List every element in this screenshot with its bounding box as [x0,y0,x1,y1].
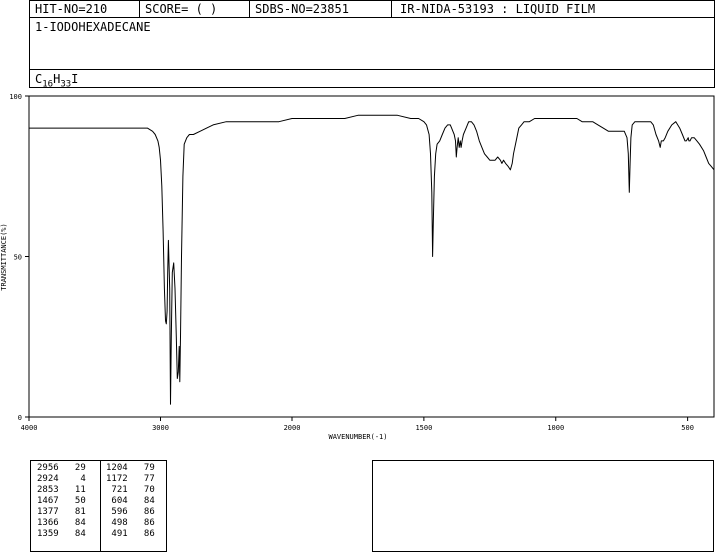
peak-row-left: 1359 84 [37,529,86,539]
y-tick-label: 100 [9,93,22,101]
peak-row-left: 1366 84 [37,518,86,528]
plot-frame [28,95,715,418]
peak-table: 2956 29 2924 4 2853 11 1467 50 1377 81 1366 8… [30,460,167,552]
peak-row-right: 604 84 [106,496,155,506]
x-tick-label: 4000 [21,424,38,432]
peak-row-right: 1172 77 [106,474,155,484]
x-tick-label: 1000 [547,424,564,432]
peak-table-divider [100,461,101,551]
x-tick-label: 500 [681,424,694,432]
ir-spectrum-chart: 4000 3000 2000 1500 1000 500 0 50 100 WAVENUMBE… [0,93,715,441]
y-axis-label: TRANSMITTANCE(%) [0,223,8,290]
y-axis-ticks: 0 50 100 [9,93,29,422]
peak-row-right: 721 70 [106,485,155,495]
peak-row-right: 491 86 [106,529,155,539]
peak-column-left: 2956 29 2924 4 2853 11 1467 50 1377 81 1366 8… [37,463,86,540]
y-tick-label: 50 [14,254,22,262]
peak-row-left: 2853 11 [37,485,86,495]
y-tick-label: 0 [18,414,22,422]
x-axis-ticks: 4000 3000 2000 1500 1000 500 [21,417,694,432]
peak-row-left: 1377 81 [37,507,86,517]
blank-info-box [372,460,714,552]
peak-row-left: 1467 50 [37,496,86,506]
x-axis-label: WAVENUMBER(-1) [328,433,387,441]
peak-row-right: 498 86 [106,518,155,528]
spectrum-series-line [29,114,715,405]
peak-column-right: 1204 79 1172 77 721 70 604 84 596 86 498 … [106,463,155,540]
x-tick-label: 3000 [152,424,169,432]
peak-row-left: 2956 29 [37,463,86,473]
peak-row-left: 2924 4 [37,474,86,484]
x-tick-label: 2000 [284,424,301,432]
peak-row-right: 1204 79 [106,463,155,473]
peak-row-right: 596 86 [106,507,155,517]
x-tick-label: 1500 [415,424,432,432]
